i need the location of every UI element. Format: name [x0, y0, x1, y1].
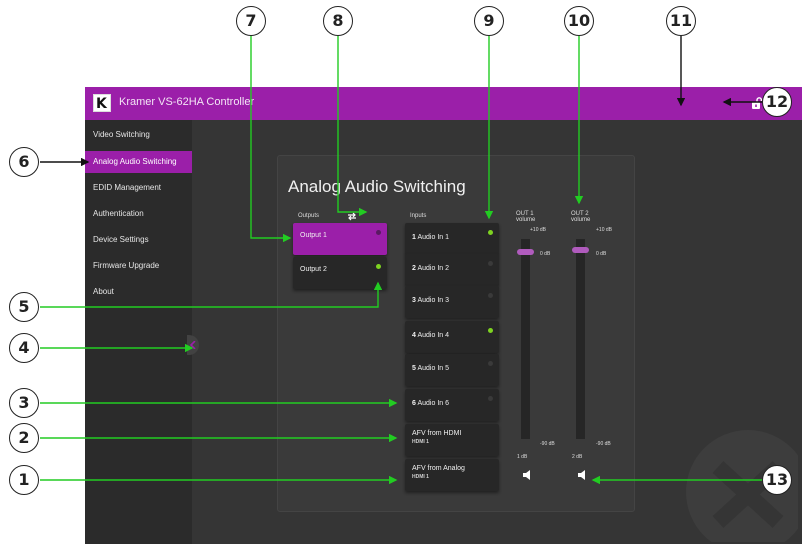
callout-13: 13 — [762, 465, 792, 495]
callout-3: 3 — [9, 388, 39, 418]
callout-11: 11 — [666, 6, 696, 36]
callout-2: 2 — [9, 423, 39, 453]
callout-8: 8 — [323, 6, 353, 36]
callout-6: 6 — [9, 147, 39, 177]
callout-5: 5 — [9, 292, 39, 322]
callout-arrows — [40, 36, 762, 485]
callout-10: 10 — [564, 6, 594, 36]
callout-12: 12 — [762, 87, 792, 117]
callout-1: 1 — [9, 465, 39, 495]
callout-4: 4 — [9, 333, 39, 363]
callout-7: 7 — [236, 6, 266, 36]
callout-9: 9 — [474, 6, 504, 36]
